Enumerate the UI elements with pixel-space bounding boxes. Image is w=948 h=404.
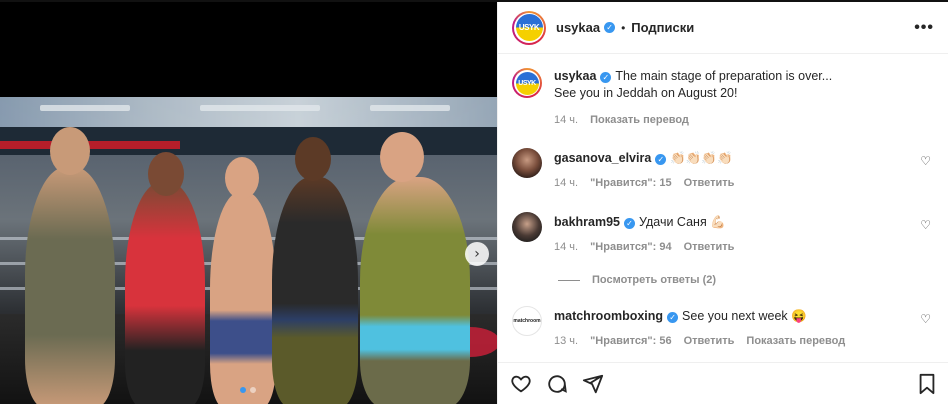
caption-translate-link[interactable]: Показать перевод xyxy=(590,114,689,126)
list-item: bakhram95 ✓ Удачи Саня 💪🏻 14 ч. "Нравится"… xyxy=(512,212,935,253)
chevron-right-icon: › xyxy=(474,246,480,262)
commenter-avatar[interactable] xyxy=(512,148,542,178)
comments-list[interactable]: USYK usykaa ✓ The main stage of preparatio… xyxy=(498,54,948,362)
gym-banner-stripe xyxy=(0,141,180,149)
heart-icon[interactable]: ♡ xyxy=(920,312,931,326)
heart-icon[interactable] xyxy=(510,373,532,395)
caption-avatar[interactable]: USYK xyxy=(512,68,542,98)
reply-button[interactable]: Ответить xyxy=(684,335,735,347)
boxer-2 xyxy=(125,182,205,404)
post-media[interactable]: › xyxy=(0,2,497,404)
boxer-5 xyxy=(360,177,470,404)
post-header: USYK usykaa ✓ • Подписки ••• xyxy=(498,2,948,54)
list-item: matchroom matchroomboxing ✓ See you next w… xyxy=(512,306,935,347)
caption-avatar-logo: USYK xyxy=(515,71,539,95)
following-button[interactable]: Подписки xyxy=(631,20,694,35)
action-bar xyxy=(498,362,948,404)
comment-text: See you next week 😝 xyxy=(682,309,807,323)
caption-text-line2: See you in Jeddah on August 20! xyxy=(554,86,738,100)
author-username[interactable]: usykaa xyxy=(556,20,600,35)
boxer-1 xyxy=(25,167,115,404)
heart-icon[interactable]: ♡ xyxy=(920,154,931,168)
reply-button[interactable]: Ответить xyxy=(684,177,735,189)
verified-badge-icon: ✓ xyxy=(604,22,616,33)
caption-username[interactable]: usykaa xyxy=(554,69,596,83)
list-item: gasanova_elvira ✓ 👏🏻👏🏻👏🏻👏🏻 14 ч. "Нравится… xyxy=(512,148,935,189)
replies-divider xyxy=(558,279,580,281)
comment-likes[interactable]: "Нравится": 56 xyxy=(590,335,671,347)
share-icon[interactable] xyxy=(582,373,604,395)
boxer-3 xyxy=(210,192,276,404)
separator: • xyxy=(621,20,626,35)
comment-username[interactable]: gasanova_elvira xyxy=(554,151,651,165)
verified-badge-icon: ✓ xyxy=(600,72,612,83)
comment-username[interactable]: matchroomboxing xyxy=(554,309,663,323)
avatar-logo: USYK xyxy=(515,14,543,41)
comment-likes[interactable]: "Нравится": 15 xyxy=(590,177,671,189)
carousel-next-button[interactable]: › xyxy=(465,242,489,266)
more-options-icon[interactable]: ••• xyxy=(914,19,934,37)
comment-likes[interactable]: "Нравится": 94 xyxy=(590,241,671,253)
verified-badge-icon: ✓ xyxy=(624,218,636,229)
commenter-avatar[interactable]: matchroom xyxy=(512,306,542,336)
heart-icon[interactable]: ♡ xyxy=(920,218,931,232)
verified-badge-icon: ✓ xyxy=(667,312,679,323)
view-replies-button[interactable]: Посмотреть ответы (2) xyxy=(558,274,716,286)
gym-ceiling xyxy=(0,97,497,127)
bookmark-icon[interactable] xyxy=(917,373,937,395)
comment-time[interactable]: 14 ч. xyxy=(554,241,578,253)
post-photo xyxy=(0,97,497,404)
boxer-4 xyxy=(272,177,358,404)
view-replies-label: Посмотреть ответы (2) xyxy=(592,274,717,286)
comment-translate-link[interactable]: Показать перевод xyxy=(746,335,845,347)
carousel-dot-1 xyxy=(240,387,246,393)
post-sidebar: USYK usykaa ✓ • Подписки ••• USYK usykaa… xyxy=(497,2,948,404)
carousel-dot-2 xyxy=(250,387,256,393)
comment-text: Удачи Саня 💪🏻 xyxy=(639,215,726,229)
comment-time[interactable]: 14 ч. xyxy=(554,177,578,189)
commenter-avatar[interactable] xyxy=(512,212,542,242)
avatar[interactable]: USYK xyxy=(512,10,546,45)
verified-badge-icon: ✓ xyxy=(655,154,667,165)
post-caption: USYK usykaa ✓ The main stage of preparatio… xyxy=(512,68,935,126)
comment-text: 👏🏻👏🏻👏🏻👏🏻 xyxy=(670,151,733,165)
comment-icon[interactable] xyxy=(546,373,568,395)
comment-time[interactable]: 13 ч. xyxy=(554,335,578,347)
caption-time[interactable]: 14 ч. xyxy=(554,114,578,126)
reply-button[interactable]: Ответить xyxy=(684,241,735,253)
carousel-indicator xyxy=(240,387,256,393)
caption-text-line1: The main stage of preparation is over... xyxy=(615,69,833,83)
comment-username[interactable]: bakhram95 xyxy=(554,215,620,229)
commenter-avatar-text: matchroom xyxy=(513,318,541,324)
